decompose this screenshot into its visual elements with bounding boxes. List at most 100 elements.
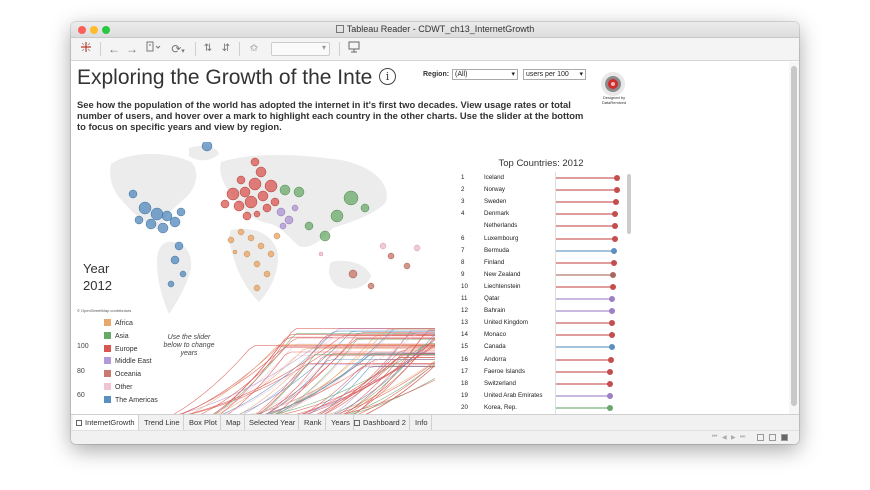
country-name: Switzerland bbox=[484, 379, 516, 387]
tab-rank[interactable]: Rank bbox=[301, 415, 326, 431]
rank-dot[interactable] bbox=[607, 380, 614, 387]
refresh-icon[interactable]: ⟳▾ bbox=[167, 41, 189, 57]
rank-dot[interactable] bbox=[614, 175, 621, 181]
year-label: Year 2012 bbox=[83, 260, 112, 294]
rank-row[interactable]: 1 Iceland bbox=[457, 172, 629, 184]
trend-lines-chart[interactable] bbox=[165, 326, 439, 414]
y-tick: 100 bbox=[77, 343, 89, 350]
rank-dot[interactable] bbox=[606, 404, 613, 411]
tab-internetgrowth[interactable]: InternetGrowth bbox=[73, 415, 139, 431]
rank-dot[interactable] bbox=[610, 271, 617, 278]
back-icon[interactable]: ← bbox=[107, 41, 121, 57]
rank-row[interactable]: 9 New Zealand bbox=[457, 269, 629, 281]
world-map[interactable] bbox=[71, 142, 451, 322]
info-icon[interactable]: i bbox=[379, 68, 396, 85]
rank-dot[interactable] bbox=[608, 344, 615, 351]
legend-item[interactable]: Middle East bbox=[104, 357, 152, 367]
rank-dot[interactable] bbox=[607, 368, 614, 375]
legend-item[interactable]: Other bbox=[104, 383, 133, 393]
country-name: Norway bbox=[484, 186, 505, 194]
list-view-icon[interactable] bbox=[769, 434, 776, 441]
trend-line[interactable] bbox=[165, 365, 436, 414]
previous-page-icon[interactable]: ◀ bbox=[722, 434, 727, 441]
rank-row[interactable]: 20 Korea, Rep. bbox=[457, 402, 629, 414]
data-icon[interactable] bbox=[143, 41, 163, 57]
rank-row[interactable]: 8 Finland bbox=[457, 257, 629, 269]
rank-dot[interactable] bbox=[613, 187, 620, 194]
rank-row[interactable]: 11 Qatar bbox=[457, 293, 629, 305]
rank-row[interactable]: 16 Andorra bbox=[457, 354, 629, 366]
rank-row[interactable]: 3 Sweden bbox=[457, 196, 629, 208]
rank-row[interactable]: 12 Bahrain bbox=[457, 305, 629, 317]
rank-number: 3 bbox=[461, 198, 465, 206]
country-name: Bermuda bbox=[484, 246, 510, 254]
rank-number: 7 bbox=[461, 246, 465, 254]
rank-dot[interactable] bbox=[609, 308, 616, 315]
rank-list-scrollbar[interactable] bbox=[627, 174, 631, 234]
rank-dot[interactable] bbox=[607, 356, 614, 363]
legend-item[interactable]: Oceania bbox=[104, 370, 141, 380]
rank-dot[interactable] bbox=[611, 235, 618, 242]
legend-item[interactable]: Africa bbox=[104, 319, 133, 329]
country-name: Finland bbox=[484, 258, 505, 266]
measure-dropdown[interactable]: users per 100 bbox=[523, 69, 586, 80]
rank-row[interactable]: 10 Liechtenstein bbox=[457, 281, 629, 293]
filmstrip-view-icon[interactable] bbox=[781, 434, 788, 441]
rank-bar bbox=[556, 201, 617, 204]
rank-row[interactable]: 2 Norway bbox=[457, 184, 629, 196]
rank-row[interactable]: 4 Denmark bbox=[457, 208, 629, 220]
tab-map[interactable]: Map bbox=[223, 415, 245, 431]
legend-item[interactable]: Europe bbox=[104, 344, 138, 355]
rank-dot[interactable] bbox=[612, 211, 619, 218]
tab-info[interactable]: Info bbox=[412, 415, 432, 431]
last-page-icon[interactable]: ⏭ bbox=[740, 434, 745, 441]
rank-dot[interactable] bbox=[609, 296, 616, 302]
rank-dot[interactable] bbox=[612, 223, 619, 230]
rank-dot[interactable] bbox=[608, 320, 615, 327]
rank-row[interactable]: 18 Switzerland bbox=[457, 378, 629, 390]
fit-select[interactable] bbox=[271, 42, 330, 56]
rank-dot[interactable] bbox=[613, 199, 620, 206]
legend-swatch bbox=[104, 331, 111, 339]
region-dropdown[interactable]: (All) bbox=[452, 69, 518, 80]
rank-row[interactable]: 19 United Arab Emirates bbox=[457, 390, 629, 402]
next-page-icon[interactable]: ▶ bbox=[731, 434, 736, 441]
rank-row[interactable]: 7 Bermuda bbox=[457, 245, 629, 257]
top-countries-list[interactable]: 1 Iceland 2 Norway 3 Sweden 4 Denmark Netherland… bbox=[457, 172, 629, 414]
rank-dot[interactable] bbox=[609, 283, 616, 290]
rank-row[interactable]: 13 United Kingdom bbox=[457, 317, 629, 329]
rank-dot[interactable] bbox=[611, 247, 618, 254]
sort-descending-icon[interactable]: ⇵ bbox=[219, 41, 233, 57]
tab-selected-year[interactable]: Selected Year bbox=[246, 415, 300, 431]
rank-row[interactable]: 6 Luxembourg bbox=[457, 233, 629, 245]
rank-row[interactable]: 15 Canada bbox=[457, 341, 629, 353]
tab-box-plot[interactable]: Box Plot bbox=[186, 415, 221, 431]
tableau-logo-icon[interactable] bbox=[79, 41, 93, 57]
present-icon[interactable] bbox=[346, 41, 362, 57]
rank-bar bbox=[556, 346, 612, 349]
rank-dot[interactable] bbox=[611, 259, 618, 266]
rank-bar bbox=[556, 189, 617, 192]
grid-view-icon[interactable] bbox=[757, 434, 764, 441]
rank-dot[interactable] bbox=[608, 332, 615, 339]
rank-number: 4 bbox=[461, 210, 465, 218]
legend-item[interactable]: Asia bbox=[104, 331, 129, 342]
measure-dropdown-value: users per 100 bbox=[526, 71, 569, 78]
tab-trend-line[interactable]: Trend Line bbox=[141, 415, 184, 431]
rank-row[interactable]: Netherlands bbox=[457, 220, 629, 232]
rank-row[interactable]: 14 Monaco bbox=[457, 329, 629, 341]
sort-ascending-icon[interactable]: ⇅ bbox=[201, 41, 215, 57]
tab-dashboard-2[interactable]: Dashboard 2 bbox=[351, 415, 410, 431]
legend-item[interactable]: The Americas bbox=[104, 395, 158, 406]
scroll-thumb[interactable] bbox=[791, 66, 797, 406]
first-page-icon[interactable]: ⏮ bbox=[712, 434, 717, 441]
rank-dot[interactable] bbox=[607, 392, 614, 399]
vertical-scrollbar[interactable] bbox=[789, 62, 799, 414]
rank-number: 9 bbox=[461, 270, 465, 278]
pin-icon[interactable]: ✩ bbox=[247, 41, 261, 57]
country-name: Qatar bbox=[484, 295, 500, 302]
rank-number: 19 bbox=[461, 391, 468, 399]
rank-row[interactable]: 17 Faeroe Islands bbox=[457, 366, 629, 378]
country-name: United Arab Emirates bbox=[484, 391, 543, 399]
forward-icon[interactable]: → bbox=[125, 41, 139, 57]
